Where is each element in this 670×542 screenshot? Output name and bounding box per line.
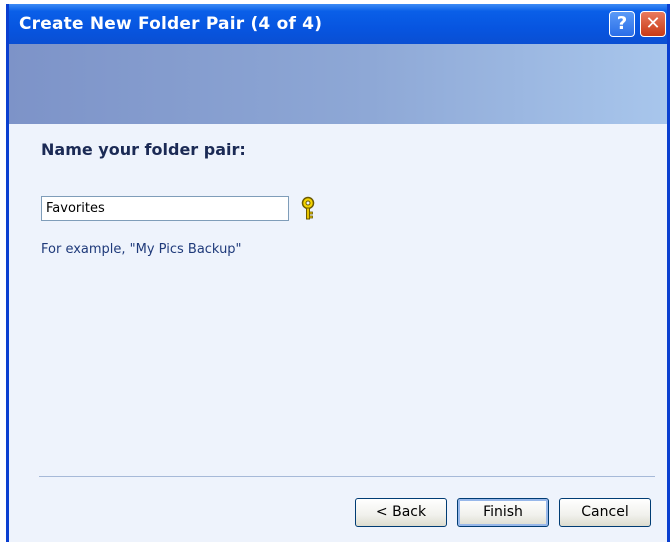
- wizard-content: Name your folder pair: For example, "My …: [9, 124, 667, 542]
- window-title: Create New Folder Pair (4 of 4): [19, 14, 323, 34]
- wizard-window: Create New Folder Pair (4 of 4) ? ✕ Name…: [6, 4, 670, 542]
- cancel-button[interactable]: Cancel: [559, 498, 651, 527]
- footer-divider: [39, 476, 655, 477]
- back-button[interactable]: < Back: [355, 498, 447, 527]
- finish-button[interactable]: Finish: [457, 498, 549, 527]
- header-banner: [9, 44, 667, 124]
- title-bar[interactable]: Create New Folder Pair (4 of 4) ? ✕: [9, 4, 667, 44]
- help-button[interactable]: ?: [609, 11, 635, 37]
- page-heading: Name your folder pair:: [41, 140, 246, 159]
- close-button[interactable]: ✕: [640, 11, 666, 37]
- key-hint-icon[interactable]: [299, 196, 317, 222]
- example-hint-text: For example, "My Pics Backup": [41, 242, 242, 257]
- folder-pair-name-input[interactable]: [41, 196, 289, 221]
